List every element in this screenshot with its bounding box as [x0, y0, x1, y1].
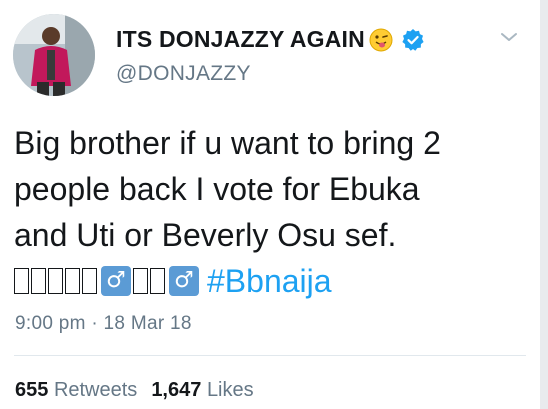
unrendered-emoji-glyph — [150, 268, 165, 294]
likes-count: 1,647 — [151, 379, 202, 401]
unrendered-emoji-glyph — [133, 268, 148, 294]
male-sign-emoji-icon: ♂ — [169, 266, 199, 296]
likes-label: Likes — [206, 379, 254, 401]
page-edge-strip — [540, 0, 548, 409]
tweet-timestamp[interactable]: 9:00 pm · 18 Mar 18 — [15, 313, 192, 335]
verified-badge-icon — [402, 28, 424, 51]
user-name-row: ITS DONJAZZY AGAIN — [116, 26, 425, 53]
tweet-card: ITS DONJAZZY AGAIN @DONJAZZY Big brother… — [0, 0, 540, 409]
hashtag-link[interactable]: #Bbnaija — [207, 258, 332, 304]
tweet-emoji-line: ♂ ♂ #Bbnaija — [14, 258, 534, 304]
unrendered-emoji-glyph — [65, 268, 80, 294]
divider — [14, 355, 526, 356]
unrendered-emoji-glyph — [14, 268, 29, 294]
winking-tongue-emoji-icon — [369, 28, 393, 51]
display-name[interactable]: ITS DONJAZZY AGAIN — [116, 26, 365, 53]
avatar[interactable] — [13, 14, 95, 96]
male-sign-emoji-icon: ♂ — [101, 266, 131, 296]
unrendered-emoji-glyph — [31, 268, 46, 294]
tweet-text-line: Big brother if u want to bring 2 — [14, 125, 441, 161]
retweets-label: Retweets — [53, 379, 138, 401]
tweet-text-line: and Uti or Beverly Osu sef. — [14, 217, 397, 253]
likes-stat[interactable]: 1,647 Likes — [151, 379, 253, 401]
avatar-photo — [13, 14, 95, 96]
tweet-text-line: people back I vote for Ebuka — [14, 171, 420, 207]
user-handle[interactable]: @DONJAZZY — [116, 62, 251, 86]
unrendered-emoji-glyph — [48, 268, 63, 294]
retweets-count: 655 — [15, 379, 49, 401]
tweet-stats: 655 Retweets 1,647 Likes — [15, 379, 254, 402]
unrendered-emoji-glyph — [82, 268, 97, 294]
chevron-down-icon[interactable] — [499, 30, 519, 44]
tweet-text: Big brother if u want to bring 2 people … — [14, 120, 534, 304]
retweets-stat[interactable]: 655 Retweets — [15, 379, 137, 401]
